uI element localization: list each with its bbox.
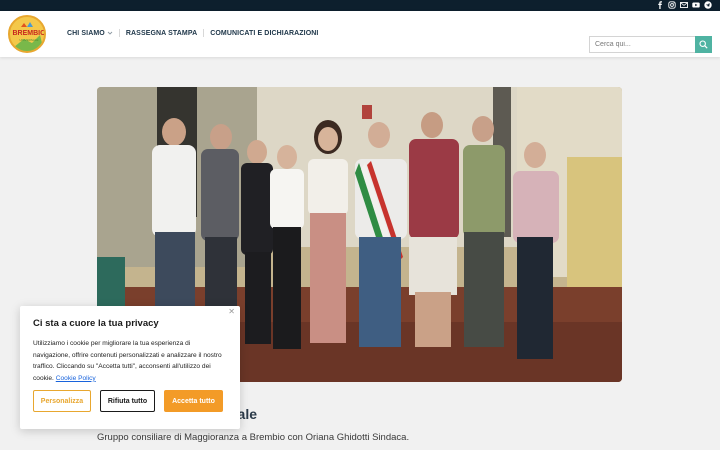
accept-all-button[interactable]: Accetta tutto — [164, 390, 223, 412]
nav-item-label: RASSEGNA STAMPA — [125, 29, 198, 37]
mail-icon[interactable] — [680, 1, 688, 9]
nav-divider — [118, 29, 120, 37]
site-header: BREMBIO UNIVERSALE CHI SIAMO RASSEGNA ST… — [0, 11, 720, 57]
nav-item-rassegna-stampa[interactable]: RASSEGNA STAMPA — [126, 30, 197, 37]
nav-item-comunicati[interactable]: COMUNICATI E DICHIARAZIONI — [210, 30, 318, 37]
reject-all-button[interactable]: Rifiuta tutto — [100, 390, 155, 412]
logo-text: BREMBIO — [12, 30, 46, 37]
nav-divider — [203, 29, 205, 37]
search-button[interactable] — [695, 36, 712, 53]
telegram-icon[interactable] — [704, 1, 712, 9]
nav-item-label: CHI SIAMO — [67, 29, 105, 37]
top-bar — [0, 0, 720, 11]
instagram-icon[interactable] — [668, 1, 676, 9]
cookie-text: Utilizziamo i cookie per migliorare la t… — [33, 338, 227, 384]
page-subtitle: Gruppo consiliare di Maggioranza a Bremb… — [97, 432, 410, 443]
search-box — [589, 36, 712, 53]
search-input[interactable] — [589, 36, 695, 53]
facebook-icon[interactable] — [656, 1, 664, 9]
cookie-policy-link[interactable]: Cookie Policy — [56, 375, 96, 382]
cookie-buttons: Personalizza Rifiuta tutto Accetta tutto — [33, 390, 223, 412]
nav-item-chi-siamo[interactable]: CHI SIAMO — [67, 30, 113, 37]
customize-button[interactable]: Personalizza — [33, 390, 91, 412]
chevron-down-icon — [107, 31, 113, 35]
logo-subtext: UNIVERSALE — [19, 38, 39, 42]
youtube-icon[interactable] — [692, 1, 700, 9]
social-links — [656, 1, 712, 9]
search-icon — [699, 40, 708, 49]
cookie-title: Ci sta a cuore la tua privacy — [33, 318, 159, 329]
main-nav: CHI SIAMO RASSEGNA STAMPA COMUNICATI E D… — [67, 29, 318, 37]
nav-item-label: COMUNICATI E DICHIARAZIONI — [210, 29, 319, 37]
close-icon[interactable]: ✕ — [228, 308, 235, 316]
cookie-consent-banner: ✕ Ci sta a cuore la tua privacy Utilizzi… — [20, 306, 240, 429]
site-logo[interactable]: BREMBIO UNIVERSALE — [8, 15, 46, 53]
